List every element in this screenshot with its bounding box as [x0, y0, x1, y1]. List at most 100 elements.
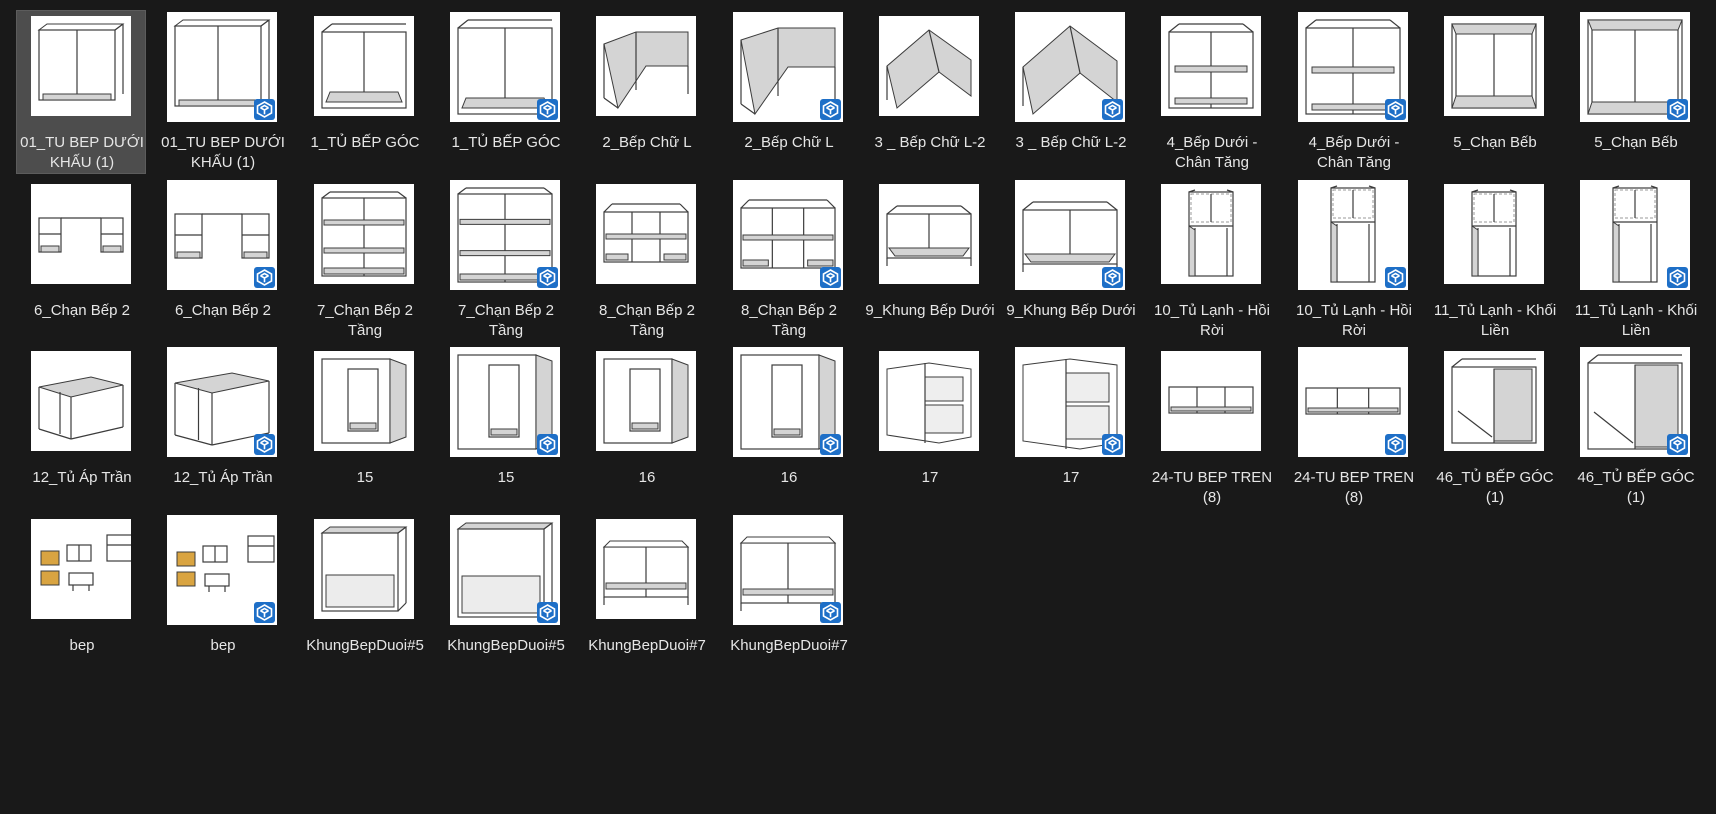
- file-name-label: 7_Chạn Bếp 2 Tầng: [458, 302, 554, 339]
- file-name-label: 3 _ Bếp Chữ L-2: [1015, 134, 1127, 151]
- file-name-label: 8_Chạn Bếp 2 Tầng: [741, 302, 837, 339]
- file-item-preview[interactable]: 8_Chạn Bếp 2 Tầng: [581, 178, 711, 342]
- file-name-label: 46_TỦ BẾP GÓC (1): [1577, 469, 1695, 506]
- file-item-preview[interactable]: 24-TU BEP TREN (8): [1146, 345, 1276, 509]
- file-name-label: 01_TU BEP DƯỚI KHẤU (1): [161, 134, 285, 171]
- sketchup-icon: [537, 602, 558, 623]
- file-item-preview[interactable]: 1_TỦ BẾP GÓC: [299, 10, 429, 174]
- sketchup-icon: [820, 99, 841, 120]
- file-item-preview[interactable]: 46_TỦ BẾP GÓC (1): [1429, 345, 1559, 509]
- file-thumbnail: [1444, 351, 1544, 451]
- sketchup-icon: [1102, 267, 1123, 288]
- file-item-skp[interactable]: 3 _ Bếp Chữ L-2: [1005, 10, 1135, 174]
- file-item-skp[interactable]: 5_Chạn Bếb: [1570, 10, 1700, 174]
- file-item-preview[interactable]: KhungBepDuoi#7: [581, 513, 711, 677]
- file-thumbnail: [31, 519, 131, 619]
- file-thumbnail: [31, 16, 131, 116]
- file-item-skp[interactable]: 9_Khung Bếp Dưới: [1005, 178, 1136, 342]
- file-item-preview[interactable]: 2_Bếp Chữ L: [581, 10, 711, 174]
- file-item-skp[interactable]: 17: [1005, 345, 1135, 509]
- file-name-label: 4_Bếp Dưới - Chân Tăng: [1308, 134, 1400, 171]
- file-name-label: 10_Tủ Lạnh - Hồi Rời: [1296, 302, 1412, 339]
- file-item-preview[interactable]: 10_Tủ Lạnh - Hồi Rời: [1146, 178, 1276, 342]
- file-item-skp[interactable]: 24-TU BEP TREN (8): [1288, 345, 1418, 509]
- file-thumbnail: [167, 515, 277, 625]
- file-item-skp[interactable]: 11_Tủ Lạnh - Khối Liền: [1570, 178, 1700, 342]
- file-thumbnail: [450, 180, 560, 290]
- sketchup-icon: [1385, 99, 1406, 120]
- file-thumbnail: [1161, 184, 1261, 284]
- sketchup-icon: [1667, 267, 1688, 288]
- sketchup-icon: [1667, 99, 1688, 120]
- file-thumbnail: [1580, 347, 1690, 457]
- file-thumbnail: [450, 515, 560, 625]
- file-name-label: 12_Tủ Áp Trần: [173, 469, 273, 486]
- file-thumbnail: [733, 12, 843, 122]
- file-item-preview[interactable]: 01_TU BEP DƯỚI KHẤU (1): [16, 10, 146, 174]
- file-item-skp[interactable]: 8_Chạn Bếp 2 Tầng: [723, 178, 853, 342]
- file-name-label: KhungBepDuoi#5: [447, 637, 565, 654]
- file-item-preview[interactable]: 7_Chạn Bếp 2 Tầng: [299, 178, 429, 342]
- file-name-label: 7_Chạn Bếp 2 Tầng: [317, 302, 413, 339]
- file-thumbnail: [596, 519, 696, 619]
- file-name-label: 8_Chạn Bếp 2 Tầng: [599, 302, 695, 339]
- file-item-preview[interactable]: 9_Khung Bếp Dưới: [864, 178, 995, 342]
- file-item-skp[interactable]: bep: [157, 513, 287, 677]
- file-thumbnail: [733, 180, 843, 290]
- file-item-skp[interactable]: 16: [723, 345, 853, 509]
- file-item-skp[interactable]: 46_TỦ BẾP GÓC (1): [1570, 345, 1700, 509]
- sketchup-icon: [1385, 434, 1406, 455]
- file-name-label: bep: [69, 637, 95, 654]
- file-item-preview[interactable]: 11_Tủ Lạnh - Khối Liền: [1429, 178, 1559, 342]
- file-name-label: 16: [780, 469, 798, 486]
- file-item-skp[interactable]: 4_Bếp Dưới - Chân Tăng: [1288, 10, 1418, 174]
- file-item-skp[interactable]: 2_Bếp Chữ L: [723, 10, 853, 174]
- file-item-skp[interactable]: 6_Chạn Bếp 2: [157, 178, 287, 342]
- sketchup-icon: [254, 434, 275, 455]
- file-thumbnail: [1298, 347, 1408, 457]
- file-item-preview[interactable]: 16: [581, 345, 711, 509]
- file-item-skp[interactable]: 01_TU BEP DƯỚI KHẤU (1): [157, 10, 287, 174]
- file-item-skp[interactable]: 12_Tủ Áp Trần: [157, 345, 287, 509]
- file-item-skp[interactable]: 10_Tủ Lạnh - Hồi Rời: [1288, 178, 1418, 342]
- file-name-label: 24-TU BEP TREN (8): [1293, 469, 1415, 506]
- file-thumbnail: [1298, 12, 1408, 122]
- file-name-label: KhungBepDuoi#7: [730, 637, 848, 654]
- file-item-preview[interactable]: 4_Bếp Dưới - Chân Tăng: [1146, 10, 1276, 174]
- file-thumbnail: [1444, 16, 1544, 116]
- file-item-preview[interactable]: KhungBepDuoi#5: [299, 513, 429, 677]
- file-item-preview[interactable]: 5_Chạn Bếb: [1429, 10, 1559, 174]
- file-name-label: 46_TỦ BẾP GÓC (1): [1436, 469, 1554, 506]
- file-item-skp[interactable]: KhungBepDuoi#5: [440, 513, 570, 677]
- file-thumbnail: [314, 519, 414, 619]
- file-thumbnail: [167, 347, 277, 457]
- file-name-label: 15: [356, 469, 374, 486]
- file-name-label: 2_Bếp Chữ L: [602, 134, 692, 151]
- sketchup-icon: [254, 602, 275, 623]
- file-item-skp[interactable]: 7_Chạn Bếp 2 Tầng: [440, 178, 570, 342]
- file-thumbnail: [314, 184, 414, 284]
- file-item-preview[interactable]: 15: [299, 345, 429, 509]
- file-thumbnail: [1015, 347, 1125, 457]
- file-item-preview[interactable]: 12_Tủ Áp Trần: [16, 345, 146, 509]
- file-item-preview[interactable]: 3 _ Bếp Chữ L-2: [864, 10, 994, 174]
- file-item-skp[interactable]: KhungBepDuoi#7: [723, 513, 853, 677]
- sketchup-icon: [820, 434, 841, 455]
- file-thumbnail: [1015, 180, 1125, 290]
- file-item-preview[interactable]: 17: [864, 345, 994, 509]
- file-thumbnail: [879, 16, 979, 116]
- file-item-preview[interactable]: 6_Chạn Bếp 2: [16, 178, 146, 342]
- file-item-skp[interactable]: 1_TỦ BẾP GÓC: [440, 10, 570, 174]
- file-name-label: 17: [1062, 469, 1080, 486]
- file-name-label: 2_Bếp Chữ L: [744, 134, 834, 151]
- file-name-label: 3 _ Bếp Chữ L-2: [874, 134, 986, 151]
- file-name-label: 6_Chạn Bếp 2: [175, 302, 271, 319]
- file-thumbnail: [1444, 184, 1544, 284]
- file-name-label: 10_Tủ Lạnh - Hồi Rời: [1154, 302, 1270, 339]
- file-name-label: 5_Chạn Bếb: [1453, 134, 1537, 151]
- file-item-preview[interactable]: bep: [16, 513, 146, 677]
- file-thumbnail: [450, 347, 560, 457]
- file-name-label: 9_Khung Bếp Dưới: [1006, 302, 1136, 319]
- file-item-skp[interactable]: 15: [440, 345, 570, 509]
- file-name-label: 9_Khung Bếp Dưới: [865, 302, 995, 319]
